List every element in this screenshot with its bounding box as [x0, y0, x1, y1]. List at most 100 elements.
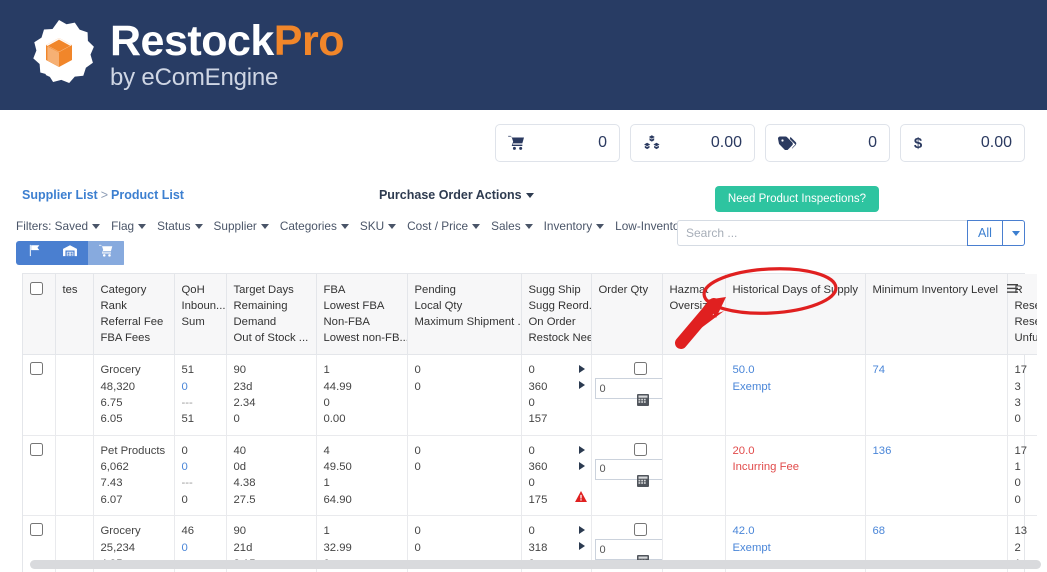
search-input[interactable] [677, 220, 967, 246]
cell-non-fba: 0 [324, 395, 400, 411]
calculator-icon[interactable] [637, 394, 649, 411]
breadcrumb-supplier-list[interactable]: Supplier List [22, 188, 98, 202]
expand-arrow-icon[interactable] [579, 381, 585, 389]
row-notes-cell[interactable] [55, 355, 93, 436]
view-mode-button-group [16, 241, 126, 265]
order-qty-input[interactable] [595, 459, 663, 480]
cell-target-days: 40 [234, 443, 309, 459]
purchase-order-actions-menu[interactable]: Purchase Order Actions [379, 188, 534, 202]
calculator-icon[interactable] [637, 475, 649, 492]
breadcrumb-row: Supplier List>Product List Purchase Orde… [0, 175, 1047, 209]
th-reserved[interactable]: R Rese Rese Unfu [1007, 274, 1037, 355]
expand-arrow-icon[interactable] [579, 446, 585, 454]
stat-units[interactable]: 0.00 [630, 124, 755, 162]
order-qty-input[interactable] [595, 378, 663, 399]
warning-triangle-icon[interactable] [575, 491, 587, 507]
cell-demand: 2.34 [234, 395, 309, 411]
filter-cost-price[interactable]: Cost / Price [407, 219, 480, 233]
th-sugg-ship-line-3: On Order [529, 314, 584, 330]
row-select-checkbox[interactable] [30, 443, 43, 456]
stat-tag[interactable]: 0 [765, 124, 890, 162]
th-minimum-inventory-level[interactable]: Minimum Inventory Level [865, 274, 1007, 355]
filter-status-label: Status [157, 219, 190, 233]
filter-categories[interactable]: Categories [280, 219, 349, 233]
row-order-qty-cell [591, 355, 662, 436]
th-target-days[interactable]: Target Days Remaining Demand Out of Stoc… [226, 274, 316, 355]
cell-category: Grocery [101, 362, 167, 378]
th-category[interactable]: Category Rank Referral Fee FBA Fees [93, 274, 174, 355]
row-hazmat-cell [662, 355, 725, 436]
order-qty-checkbox[interactable] [634, 362, 647, 375]
cell-on-order: 0 [529, 395, 584, 411]
order-qty-checkbox[interactable] [634, 443, 647, 456]
stat-cart-value: 0 [598, 134, 607, 152]
th-pending[interactable]: Pending Local Qty Maximum Shipment ... [407, 274, 521, 355]
cell-pending: 0 [415, 362, 514, 378]
filter-sales[interactable]: Sales [491, 219, 533, 233]
cell-minimum-inventory[interactable]: 136 [873, 443, 1000, 459]
order-qty-checkbox[interactable] [634, 523, 647, 536]
filter-inventory[interactable]: Inventory [544, 219, 605, 233]
filter-status[interactable]: Status [157, 219, 202, 233]
th-order-qty[interactable]: Order Qty [591, 274, 662, 355]
row-select-checkbox[interactable] [30, 362, 43, 375]
cell-target-days: 90 [234, 523, 309, 539]
cell-fba-fees: 6.05 [101, 411, 167, 427]
th-qoh[interactable]: QoH Inboun... Sum [174, 274, 226, 355]
row-notes-cell[interactable] [55, 435, 93, 516]
select-all-checkbox[interactable] [30, 282, 43, 295]
expand-arrow-icon[interactable] [579, 526, 585, 534]
cart-icon [99, 244, 113, 262]
flag-icon [28, 244, 41, 262]
filter-cost-price-label: Cost / Price [407, 219, 468, 233]
filter-supplier[interactable]: Supplier [214, 219, 269, 233]
cell-out-of-stock: 27.5 [234, 492, 309, 508]
expand-arrow-icon[interactable] [579, 542, 585, 550]
cell-lowest-fba: 49.50 [324, 459, 400, 475]
th-fba[interactable]: FBA Lowest FBA Non-FBA Lowest non-FB... [316, 274, 407, 355]
filter-sku[interactable]: SKU [360, 219, 396, 233]
expand-arrow-icon[interactable] [579, 462, 585, 470]
column-chooser-icon[interactable] [1007, 282, 1018, 298]
warehouse-view-button[interactable] [52, 241, 88, 265]
cell-remaining: 23d [234, 379, 309, 395]
cell-inbound[interactable]: 0 [182, 459, 219, 475]
stat-cart[interactable]: 0 [495, 124, 620, 162]
th-sugg-ship-line-1: Sugg Ship [529, 282, 584, 298]
cell-inbound[interactable]: 0 [182, 540, 219, 556]
search-scope-button[interactable]: All [967, 220, 1003, 246]
cell-category: Grocery [101, 523, 167, 539]
brand-logo[interactable]: RestockPro by eComEngine [22, 18, 344, 92]
filter-categories-label: Categories [280, 219, 337, 233]
cell-restock-needed: 157 [529, 411, 584, 427]
th-hazmat[interactable]: Hazmat Oversize [662, 274, 725, 355]
order-qty-input[interactable] [595, 539, 663, 560]
row-select-checkbox[interactable] [30, 523, 43, 536]
horizontal-scrollbar[interactable] [30, 560, 1041, 569]
filter-saved[interactable]: Filters: Saved [16, 219, 100, 233]
th-fba-line-4: Lowest non-FB... [324, 330, 400, 346]
th-historical-days-of-supply[interactable]: Historical Days of Supply [725, 274, 865, 355]
gear-box-icon [22, 18, 96, 92]
th-notes[interactable]: tes [55, 274, 93, 355]
svg-text:$: $ [914, 135, 923, 151]
need-product-inspections-button[interactable]: Need Product Inspections? [715, 186, 879, 212]
expand-arrow-icon[interactable] [579, 365, 585, 373]
breadcrumb-product-list[interactable]: Product List [111, 188, 184, 202]
th-sugg-ship[interactable]: Sugg Ship Sugg Reord... On Order Restock… [521, 274, 591, 355]
th-reserved-line-3: Rese [1015, 314, 1031, 330]
cell-minimum-inventory[interactable]: 74 [873, 362, 1000, 378]
cell-sugg-ship: 0 [529, 443, 584, 459]
filter-flag[interactable]: Flag [111, 219, 146, 233]
table-row[interactable]: Grocery 48,320 6.75 6.05 51 0 --- 51 90 … [23, 355, 1037, 436]
cell-historical-days-value: 50.0 [733, 362, 858, 378]
cell-inbound[interactable]: 0 [182, 379, 219, 395]
cell-referral-fee: 7.43 [101, 475, 167, 491]
tag-icon [778, 136, 797, 150]
cart-view-button[interactable] [88, 241, 124, 265]
search-scope-dropdown-toggle[interactable] [1003, 220, 1025, 246]
flag-view-button[interactable] [16, 241, 52, 265]
stat-dollar[interactable]: $ 0.00 [900, 124, 1025, 162]
table-row[interactable]: Pet Products 6,062 7.43 6.07 0 0 --- 0 4… [23, 435, 1037, 516]
cell-minimum-inventory[interactable]: 68 [873, 523, 1000, 539]
